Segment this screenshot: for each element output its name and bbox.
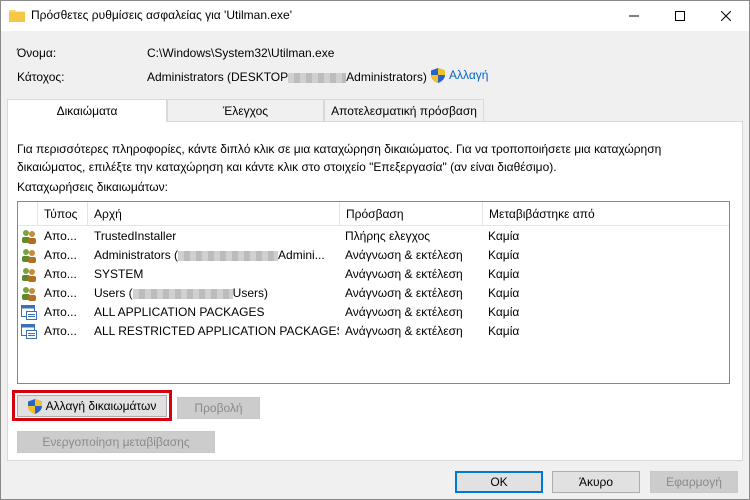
app-packages-icon	[21, 324, 37, 339]
close-icon	[721, 11, 731, 21]
enable-inheritance-button[interactable]: Ενεργοποίηση μεταβίβασης	[17, 431, 215, 453]
row-access: Ανάγνωση & εκτέλεση	[345, 248, 463, 262]
ok-button[interactable]: OK	[455, 471, 543, 493]
close-button[interactable]	[703, 1, 749, 31]
row-access: Ανάγνωση & εκτέλεση	[345, 267, 463, 281]
row-type: Απο...	[44, 305, 77, 319]
row-principal: Administrators ( Admini...	[94, 246, 339, 265]
row-type: Απο...	[44, 324, 77, 338]
view-button[interactable]: Προβολή	[177, 397, 260, 419]
row-principal-suffix: Admini...	[278, 248, 325, 262]
row-type: Απο...	[44, 248, 77, 262]
apply-label: Εφαρμογή	[666, 475, 722, 489]
column-header-inherited-from[interactable]: Μεταβιβάστηκε από	[483, 202, 729, 226]
row-principal-suffix: Users)	[232, 286, 269, 300]
name-value: C:\Windows\System32\Utilman.exe	[147, 46, 335, 60]
row-principal-prefix: Users (	[94, 286, 133, 300]
row-principal: TrustedInstaller	[94, 229, 177, 243]
uac-shield-icon	[431, 68, 445, 84]
users-icon	[22, 287, 36, 301]
row-inherited: Καμία	[488, 229, 520, 243]
column-header-access[interactable]: Πρόσβαση	[340, 202, 483, 226]
column-header-icon	[18, 202, 38, 226]
window-title: Πρόσθετες ρυθμίσεις ασφαλείας για 'Utilm…	[31, 8, 292, 22]
tab-label: Αποτελεσματική πρόσβαση	[331, 103, 477, 118]
redacted-text	[178, 250, 279, 261]
row-inherited: Καμία	[488, 286, 520, 300]
redacted-text	[132, 288, 233, 299]
ok-label: OK	[490, 475, 508, 489]
users-icon	[22, 230, 36, 244]
name-label: Όνομα:	[17, 46, 57, 60]
tab-label: Δικαιώματα	[56, 104, 118, 118]
row-access: Ανάγνωση & εκτέλεση	[345, 286, 463, 300]
row-principal: Users ( Users)	[94, 284, 339, 303]
permission-entries-list[interactable]: Τύπος Αρχή Πρόσβαση Μεταβιβάστηκε από Απ…	[17, 201, 730, 384]
owner-change-link[interactable]: Αλλαγή	[431, 68, 489, 84]
row-access: Ανάγνωση & εκτέλεση	[345, 305, 463, 319]
owner-value: Administrators (DESKTOP Administrators)	[147, 70, 427, 84]
row-access: Πλήρης ελεγχος	[345, 229, 431, 243]
list-header: Τύπος Αρχή Πρόσβαση Μεταβιβάστηκε από	[18, 202, 729, 226]
title-bar[interactable]: Πρόσθετες ρυθμίσεις ασφαλείας για 'Utilm…	[1, 1, 749, 31]
table-row[interactable]: Απο... SYSTEM Ανάγνωση & εκτέλεση Καμία	[18, 265, 729, 284]
row-principal: ALL APPLICATION PACKAGES	[94, 305, 265, 319]
owner-label: Κάτοχος:	[17, 70, 65, 84]
table-row[interactable]: Απο... Users ( Users) Ανάγνωση & εκτέλεση…	[18, 284, 729, 303]
apply-button[interactable]: Εφαρμογή	[650, 471, 738, 493]
row-principal: ALL RESTRICTED APPLICATION PACKAGES	[94, 324, 339, 338]
minimize-icon	[629, 15, 639, 17]
security-settings-window: Πρόσθετες ρυθμίσεις ασφαλείας για 'Utilm…	[0, 0, 750, 500]
tab-label: Έλεγχος	[222, 103, 269, 118]
row-access: Ανάγνωση & εκτέλεση	[345, 324, 463, 338]
maximize-icon	[675, 11, 685, 21]
users-icon	[22, 268, 36, 282]
folder-icon	[9, 10, 25, 22]
row-inherited: Καμία	[488, 267, 520, 281]
change-permissions-label: Αλλαγή δικαιωμάτων	[45, 399, 157, 413]
row-type: Απο...	[44, 286, 77, 300]
table-row[interactable]: Απο... Administrators ( Admini... Ανάγνωσ…	[18, 246, 729, 265]
cancel-button[interactable]: Άκυρο	[552, 471, 640, 493]
uac-shield-icon	[27, 398, 42, 414]
cancel-label: Άκυρο	[578, 475, 614, 489]
row-inherited: Καμία	[488, 324, 520, 338]
maximize-button[interactable]	[657, 1, 703, 31]
tab-effective-access[interactable]: Αποτελεσματική πρόσβαση	[324, 99, 484, 121]
column-header-type[interactable]: Τύπος	[38, 202, 88, 226]
change-permissions-button[interactable]: Αλλαγή δικαιωμάτων	[17, 395, 167, 417]
enable-inheritance-label: Ενεργοποίηση μεταβίβασης	[42, 435, 190, 449]
table-row[interactable]: Απο... ALL RESTRICTED APPLICATION PACKAG…	[18, 322, 729, 341]
owner-value-prefix: Administrators (DESKTOP	[147, 70, 289, 84]
row-inherited: Καμία	[488, 248, 520, 262]
redacted-text	[288, 72, 347, 83]
row-principal-prefix: Administrators (	[94, 248, 179, 262]
view-label: Προβολή	[194, 401, 243, 415]
tab-auditing[interactable]: Έλεγχος	[167, 99, 324, 121]
change-owner-label: Αλλαγή	[449, 68, 489, 82]
table-row[interactable]: Απο... TrustedInstaller Πλήρης ελεγχος Κ…	[18, 227, 729, 246]
row-inherited: Καμία	[488, 305, 520, 319]
tab-permissions[interactable]: Δικαιώματα	[7, 99, 167, 122]
permission-entries-label: Καταχωρήσεις δικαιωμάτων:	[17, 180, 168, 194]
owner-value-suffix: Administrators)	[346, 70, 427, 84]
users-icon	[22, 249, 36, 263]
minimize-button[interactable]	[611, 1, 657, 31]
row-principal: SYSTEM	[94, 267, 144, 281]
row-type: Απο...	[44, 229, 77, 243]
table-row[interactable]: Απο... ALL APPLICATION PACKAGES Ανάγνωση…	[18, 303, 729, 322]
app-packages-icon	[21, 305, 37, 320]
column-header-principal[interactable]: Αρχή	[88, 202, 340, 226]
info-text: Για περισσότερες πληροφορίες, κάντε διπλ…	[17, 142, 662, 174]
row-type: Απο...	[44, 267, 77, 281]
